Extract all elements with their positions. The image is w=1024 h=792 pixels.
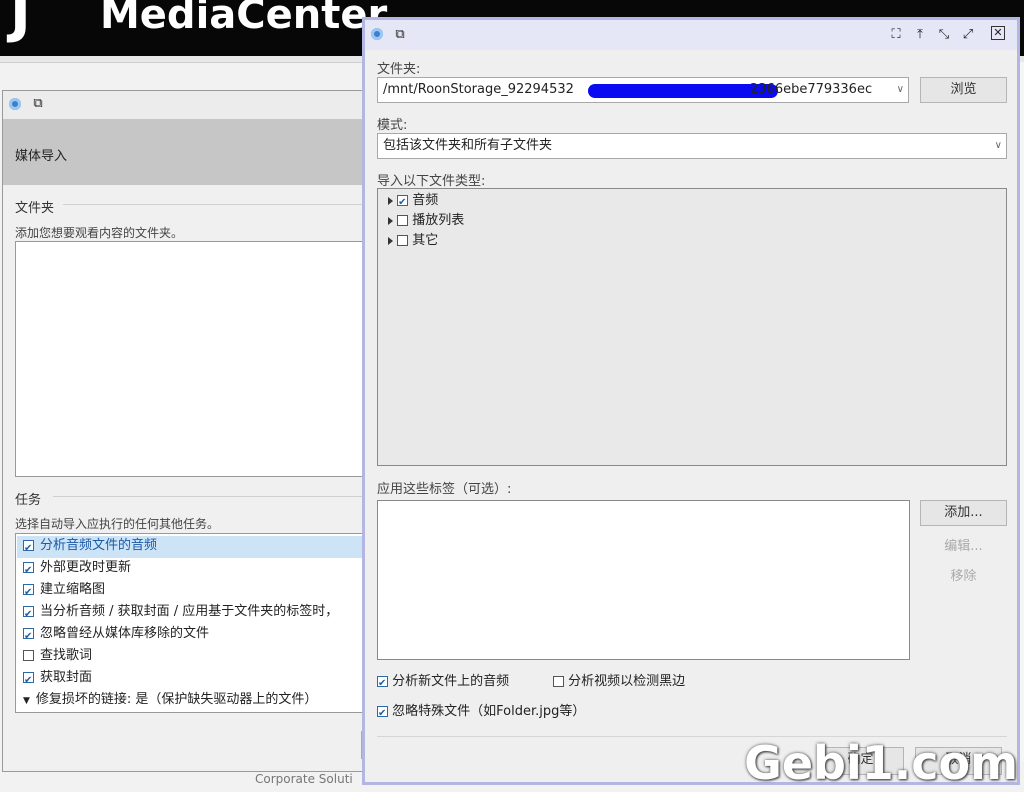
- task-item[interactable]: 忽略曾经从媒体库移除的文件: [23, 623, 209, 648]
- add-tag-button[interactable]: 添加...: [920, 500, 1007, 526]
- restore-icon[interactable]: ⧉: [391, 26, 409, 44]
- checkbox[interactable]: [397, 215, 409, 226]
- chevron-down-icon: ▼: [23, 696, 30, 706]
- checkbox[interactable]: [397, 193, 409, 213]
- media-import-window: ⧉ 媒体导入 文件夹 添加您想要观看内容的文件夹。 任务 选择自动导入应执行的任…: [2, 90, 372, 772]
- checkbox[interactable]: [377, 704, 388, 724]
- task-item[interactable]: 查找歌词: [23, 645, 92, 667]
- pin-top-icon[interactable]: ⤒: [911, 26, 929, 44]
- tags-list[interactable]: [377, 500, 910, 660]
- app-logo: J: [10, 0, 31, 45]
- checkbox[interactable]: [377, 674, 388, 694]
- tags-label: 应用这些标签（可选）:: [377, 482, 512, 497]
- app-icon: [371, 28, 383, 40]
- analyze-video-option[interactable]: 分析视频以检测黑边: [553, 672, 685, 692]
- page-title: 媒体导入: [15, 149, 68, 164]
- checkbox[interactable]: [23, 626, 34, 648]
- checkbox[interactable]: [23, 560, 34, 582]
- checkbox[interactable]: [23, 538, 34, 560]
- chevron-down-icon[interactable]: ∨: [897, 78, 904, 102]
- file-type-audio[interactable]: 音频: [388, 191, 438, 213]
- checkbox[interactable]: [397, 235, 409, 246]
- ignore-special-option[interactable]: 忽略特殊文件（如Folder.jpg等）: [377, 702, 585, 724]
- mode-label: 模式:: [377, 118, 408, 133]
- restore-icon[interactable]: ⧉: [29, 95, 47, 113]
- checkbox[interactable]: [23, 604, 34, 623]
- checkbox[interactable]: [23, 670, 34, 692]
- file-types-label: 导入以下文件类型:: [377, 174, 486, 189]
- shrink-icon[interactable]: ⤡: [935, 26, 953, 44]
- expand-arrow-icon[interactable]: [388, 216, 393, 225]
- remove-tag-button[interactable]: 移除: [920, 565, 1007, 584]
- task-item[interactable]: 外部更改时更新: [23, 557, 131, 582]
- repair-links-item[interactable]: ▼ 修复损坏的链接: 是（保护缺失驱动器上的文件）: [23, 689, 363, 711]
- add-folder-dialog: ⧉ ⛶ ⤒ ⤡ ⤢ ✕ 文件夹: /mnt/RoonStorage_922945…: [362, 17, 1020, 785]
- title-bar[interactable]: ⧉ ⛶ ⤒ ⤡ ⤢ ✕: [365, 20, 1017, 50]
- tasks-section-title: 任务: [15, 493, 42, 508]
- expand-arrow-icon[interactable]: [388, 236, 393, 245]
- app-icon: [9, 98, 21, 110]
- file-types-tree: 音频 播放列表 其它: [377, 188, 1007, 466]
- checkbox[interactable]: [553, 676, 564, 687]
- file-type-other[interactable]: 其它: [388, 231, 438, 251]
- tasks-hint: 选择自动导入应执行的任何其他任务。: [15, 517, 220, 531]
- folder-section-title: 文件夹: [15, 201, 55, 216]
- task-item[interactable]: 建立缩略图: [23, 579, 105, 604]
- folder-label: 文件夹:: [377, 62, 421, 77]
- fullscreen-icon[interactable]: ⛶: [887, 26, 905, 44]
- title-bar[interactable]: ⧉: [3, 91, 369, 119]
- expand-arrow-icon[interactable]: [388, 196, 393, 205]
- edit-tag-button[interactable]: 编辑...: [920, 535, 1007, 554]
- browse-button[interactable]: 浏览: [920, 77, 1007, 103]
- checkbox[interactable]: [23, 582, 34, 604]
- task-item[interactable]: 获取封面: [23, 667, 92, 692]
- mode-select[interactable]: 包括该文件夹和所有子文件夹 ∨: [377, 133, 1007, 159]
- watermark: Gebi1.com: [744, 736, 1018, 790]
- close-icon[interactable]: ✕: [991, 26, 1005, 40]
- file-type-playlist[interactable]: 播放列表: [388, 211, 464, 231]
- chevron-down-icon[interactable]: ∨: [995, 134, 1002, 158]
- checkbox[interactable]: [23, 650, 34, 661]
- analyze-audio-option[interactable]: 分析新文件上的音频: [377, 672, 509, 694]
- folder-hint: 添加您想要观看内容的文件夹。: [15, 226, 184, 240]
- expand-icon[interactable]: ⤢: [959, 26, 977, 44]
- task-item[interactable]: 分析音频文件的音频: [23, 535, 157, 560]
- folder-list[interactable]: [15, 241, 371, 477]
- footer-text: Corporate Soluti: [255, 772, 353, 786]
- task-item[interactable]: 当分析音频 / 获取封面 / 应用基于文件夹的标签时，: [23, 601, 363, 623]
- folder-path-input[interactable]: /mnt/RoonStorage_92294532 2366ebe779336e…: [377, 77, 909, 103]
- app-title: MediaCenter: [100, 0, 388, 38]
